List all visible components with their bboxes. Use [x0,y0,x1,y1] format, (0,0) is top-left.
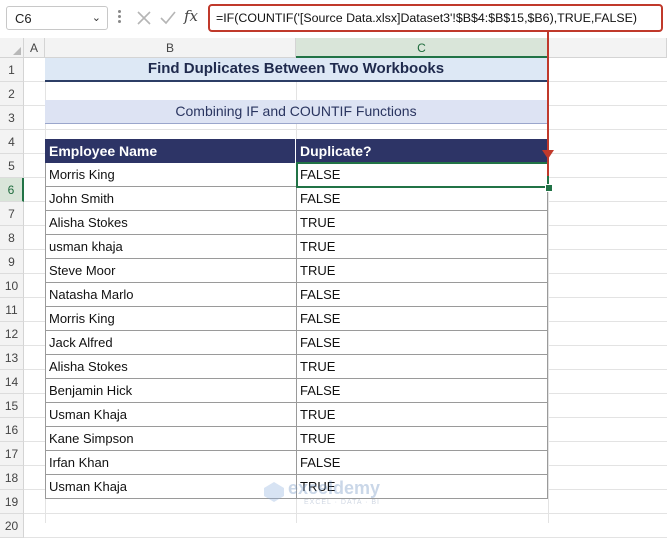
cell-employee-name[interactable]: Alisha Stokes [45,355,296,379]
row-header-11[interactable]: 11 [0,298,24,322]
row-header-14[interactable]: 14 [0,370,24,394]
formula-text: =IF(COUNTIF('[Source Data.xlsx]Dataset3'… [216,11,638,25]
sheet-title[interactable]: Find Duplicates Between Two Workbooks [45,58,547,82]
row-header-1[interactable]: 1 [0,58,24,82]
column-header-blank[interactable] [548,38,667,58]
annotation-arrow-head [542,150,554,159]
row-header-6[interactable]: 6 [0,178,24,202]
row-header-17[interactable]: 17 [0,442,24,466]
row-header-19[interactable]: 19 [0,490,24,514]
row-header-16[interactable]: 16 [0,418,24,442]
column-header-c[interactable]: C [296,38,548,58]
column-header-a[interactable]: A [24,38,45,58]
chevron-down-icon[interactable]: ⌄ [92,11,101,24]
row-header-8[interactable]: 8 [0,226,24,250]
exceldemy-logo-icon [264,482,284,502]
sheet-subtitle[interactable]: Combining IF and COUNTIF Functions [45,100,547,124]
cell-employee-name[interactable]: Irfan Khan [45,451,296,475]
cell-employee-name[interactable]: Morris King [45,307,296,331]
cell-duplicate[interactable]: TRUE [296,427,548,451]
cell-duplicate[interactable]: FALSE [296,187,548,211]
row-header-12[interactable]: 12 [0,322,24,346]
cell-employee-name[interactable]: Usman Khaja [45,403,296,427]
gridline [24,129,667,130]
cell-employee-name[interactable]: usman khaja [45,235,296,259]
cell-employee-name[interactable]: Steve Moor [45,259,296,283]
watermark-tagline: EXCEL · DATA · BI [304,499,380,506]
cell-employee-name[interactable]: Natasha Marlo [45,283,296,307]
column-header-b[interactable]: B [45,38,296,58]
formula-bar: C6 ⌄ fx =IF(COUNTIF('[Source Data.xlsx]D… [0,0,667,38]
insert-function-icon[interactable]: fx [184,7,198,25]
row-header-4[interactable]: 4 [0,130,24,154]
cell-duplicate[interactable]: FALSE [296,163,548,187]
row-header-10[interactable]: 10 [0,274,24,298]
header-duplicate[interactable]: Duplicate? [296,139,548,163]
cell-duplicate[interactable]: FALSE [296,283,548,307]
watermark-name: exceldemy [288,478,381,498]
cell-duplicate[interactable]: FALSE [296,307,548,331]
cell-employee-name[interactable]: John Smith [45,187,296,211]
row-header-5[interactable]: 5 [0,154,24,178]
fill-handle[interactable] [545,184,553,192]
cell-employee-name[interactable]: Jack Alfred [45,331,296,355]
header-employee-name[interactable]: Employee Name [45,139,296,163]
cell-duplicate[interactable]: TRUE [296,355,548,379]
row-header-3[interactable]: 3 [0,106,24,130]
row-header-9[interactable]: 9 [0,250,24,274]
row-header-20[interactable]: 20 [0,514,24,538]
row-header-15[interactable]: 15 [0,394,24,418]
enter-check-icon[interactable] [158,8,178,28]
worksheet-grid: A B C 1 2 3 4 5 6 7 8 9 10 11 12 13 14 15 16 17 18 19 20 Fi… [0,38,667,538]
formula-input[interactable]: =IF(COUNTIF('[Source Data.xlsx]Dataset3'… [208,4,663,32]
cell-employee-name[interactable]: Morris King [45,163,296,187]
cell-employee-name[interactable]: Alisha Stokes [45,211,296,235]
cell-duplicate[interactable]: TRUE [296,259,548,283]
cell-duplicate[interactable]: TRUE [296,211,548,235]
name-box[interactable]: C6 ⌄ [6,6,108,30]
cell-employee-name[interactable]: Benjamin Hick [45,379,296,403]
cell-duplicate[interactable]: FALSE [296,451,548,475]
row-header-18[interactable]: 18 [0,466,24,490]
cell-employee-name[interactable]: Kane Simpson [45,427,296,451]
exceldemy-watermark: exceldemy EXCEL · DATA · BI [262,478,412,514]
cell-duplicate[interactable]: TRUE [296,235,548,259]
row-header-2[interactable]: 2 [0,82,24,106]
cell-duplicate[interactable]: FALSE [296,331,548,355]
cell-employee-name[interactable]: Usman Khaja [45,475,296,499]
cell-duplicate[interactable]: FALSE [296,379,548,403]
name-box-value: C6 [15,11,32,26]
cell-duplicate[interactable]: TRUE [296,403,548,427]
select-all-button[interactable] [0,38,24,58]
row-header-13[interactable]: 13 [0,346,24,370]
annotation-arrow-line [453,30,549,32]
row-header-7[interactable]: 7 [0,202,24,226]
cancel-icon[interactable] [134,8,154,28]
more-options-icon[interactable] [116,8,122,28]
